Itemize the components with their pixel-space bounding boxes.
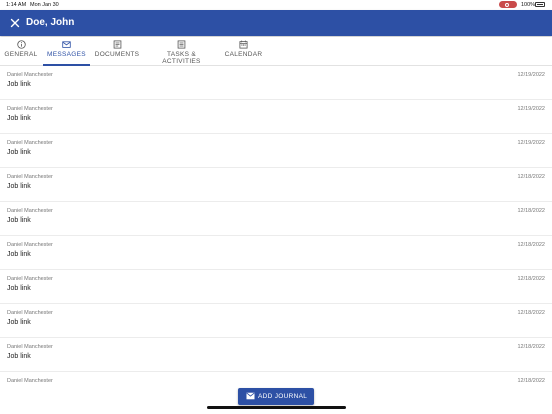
message-sender: Daniel Manchester — [7, 174, 53, 180]
message-sender: Daniel Manchester — [7, 242, 53, 248]
message-subject: Job link — [7, 251, 31, 258]
add-journal-label: ADD JOURNAL — [258, 393, 308, 400]
mail-icon — [62, 41, 71, 48]
message-list: Daniel Manchester Job link 12/19/2022 Da… — [0, 66, 552, 384]
message-date: 12/18/2022 — [517, 174, 545, 180]
message-date: 12/19/2022 — [517, 140, 545, 146]
tab-label: DOCUMENTS — [94, 51, 140, 58]
tab-label: GENERAL — [4, 51, 38, 58]
status-bar: 1:14 AM Mon Jan 30 100% — [0, 0, 552, 10]
message-subject: Job link — [7, 149, 31, 156]
message-subject: Job link — [7, 285, 31, 292]
message-subject: Job link — [7, 115, 31, 122]
message-sender: Daniel Manchester — [7, 344, 53, 350]
add-journal-button[interactable]: ADD JOURNAL — [238, 388, 314, 405]
tab-messages[interactable]: MESSAGES — [43, 37, 90, 66]
tab-calendar[interactable]: CALENDAR — [224, 37, 263, 65]
message-date: 12/19/2022 — [517, 106, 545, 112]
battery-percent: 100% — [521, 2, 536, 8]
tab-general[interactable]: GENERAL — [4, 37, 38, 65]
tab-tasks-activities[interactable]: TASKS & ACTIVITIES — [147, 37, 216, 65]
message-date: 12/18/2022 — [517, 276, 545, 282]
mail-icon — [246, 392, 255, 400]
close-icon[interactable] — [9, 17, 21, 29]
message-date: 12/18/2022 — [517, 208, 545, 214]
message-subject: Job link — [7, 183, 31, 190]
tasks-icon — [177, 40, 186, 49]
status-date: Mon Jan 30 — [30, 2, 59, 8]
message-sender: Daniel Manchester — [7, 72, 53, 78]
message-row[interactable]: Daniel Manchester Job link 12/19/2022 — [0, 66, 552, 100]
home-indicator[interactable] — [207, 406, 346, 409]
message-subject: Job link — [7, 353, 31, 360]
status-time: 1:14 AM — [6, 2, 27, 8]
tab-bar: GENERAL MESSAGES DOCUMENTS TASKS & ACTIV… — [0, 37, 552, 66]
tab-label: TASKS & ACTIVITIES — [162, 51, 201, 65]
message-date: 12/18/2022 — [517, 242, 545, 248]
message-row[interactable]: Daniel Manchester Job link 12/18/2022 — [0, 304, 552, 338]
message-sender: Daniel Manchester — [7, 310, 53, 316]
page-title: Doe, John — [26, 17, 75, 28]
app-header: Doe, John — [0, 10, 552, 36]
calendar-icon — [239, 40, 248, 49]
message-sender: Daniel Manchester — [7, 106, 53, 112]
tab-label: MESSAGES — [47, 51, 86, 58]
message-date: 12/18/2022 — [517, 310, 545, 316]
message-row[interactable]: Daniel Manchester 12/18/2022 — [0, 372, 552, 384]
message-row[interactable]: Daniel Manchester Job link 12/18/2022 — [0, 202, 552, 236]
message-row[interactable]: Daniel Manchester Job link 12/19/2022 — [0, 100, 552, 134]
message-subject: Job link — [7, 217, 31, 224]
message-sender: Daniel Manchester — [7, 276, 53, 282]
message-date: 12/18/2022 — [517, 378, 545, 384]
message-sender: Daniel Manchester — [7, 140, 53, 146]
message-subject: Job link — [7, 81, 31, 88]
message-row[interactable]: Daniel Manchester Job link 12/18/2022 — [0, 168, 552, 202]
info-icon — [16, 40, 26, 49]
message-row[interactable]: Daniel Manchester Job link 12/18/2022 — [0, 338, 552, 372]
tab-documents[interactable]: DOCUMENTS — [94, 37, 140, 65]
battery-icon — [535, 2, 545, 7]
message-date: 12/19/2022 — [517, 72, 545, 78]
message-date: 12/18/2022 — [517, 344, 545, 350]
message-row[interactable]: Daniel Manchester Job link 12/18/2022 — [0, 236, 552, 270]
tab-label: CALENDAR — [224, 51, 263, 58]
message-row[interactable]: Daniel Manchester Job link 12/18/2022 — [0, 270, 552, 304]
message-subject: Job link — [7, 319, 31, 326]
message-sender: Daniel Manchester — [7, 208, 53, 214]
document-icon — [113, 40, 121, 49]
message-sender: Daniel Manchester — [7, 378, 53, 384]
message-row[interactable]: Daniel Manchester Job link 12/19/2022 — [0, 134, 552, 168]
recording-indicator-icon — [499, 1, 517, 8]
